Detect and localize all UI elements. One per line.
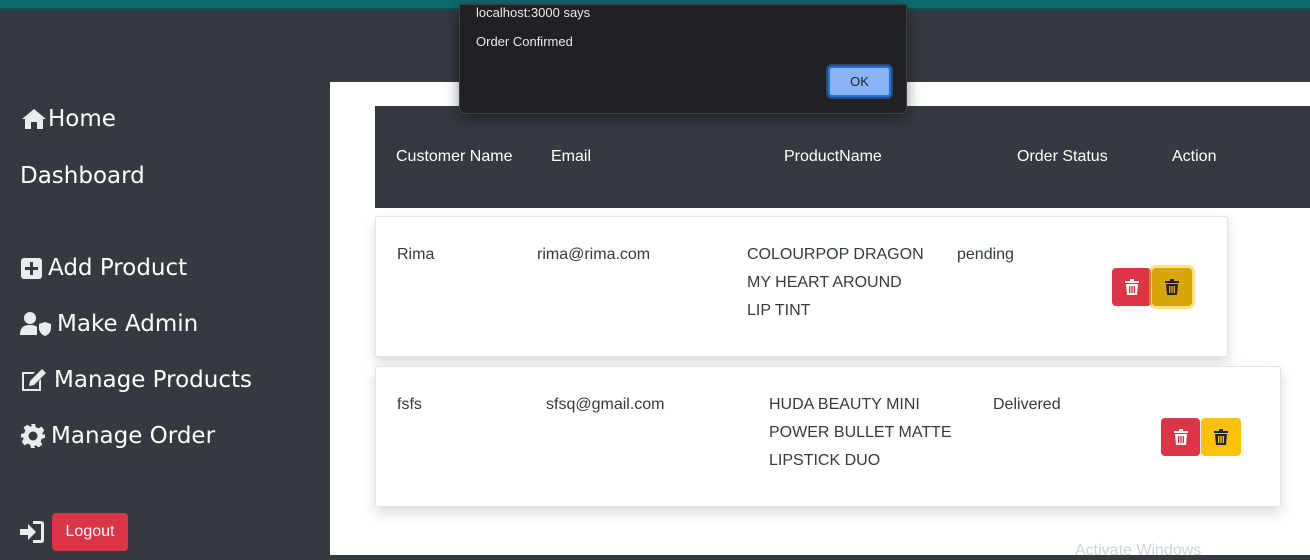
product-name-line: MY HEART AROUND xyxy=(747,274,902,291)
main-panel: Customer Name Email ProductName Order St… xyxy=(330,82,1310,559)
sidebar-item-manage-order[interactable]: Manage Order xyxy=(20,423,215,449)
header-action: Action xyxy=(1172,148,1217,165)
home-icon xyxy=(20,106,48,132)
trash-icon xyxy=(1214,429,1228,445)
sidebar-item-home[interactable]: Home xyxy=(20,106,116,132)
confirm-order-button[interactable] xyxy=(1152,268,1192,306)
sidebar-item-manage-products[interactable]: Manage Products xyxy=(20,367,252,393)
product-name-line: LIPSTICK DUO xyxy=(769,452,881,469)
activate-windows-watermark: Activate Windows xyxy=(1075,542,1202,559)
sidebar-item-make-admin[interactable]: Make Admin xyxy=(20,311,198,337)
dialog-title: localhost:3000 says xyxy=(476,5,591,20)
sidebar-item-label: Make Admin xyxy=(57,311,199,337)
sidebar-item-label: Manage Order xyxy=(51,423,216,449)
customer-email: rima@rima.com xyxy=(537,246,651,263)
sidebar-item-add-product[interactable]: Add Product xyxy=(20,255,187,281)
logout-button[interactable]: Logout xyxy=(52,513,128,551)
customer-name: fsfs xyxy=(397,396,422,413)
sidebar-item-label: Manage Products xyxy=(54,367,252,393)
table-row: fsfs sfsq@gmail.com HUDA BEAUTY MINI POW… xyxy=(375,366,1281,507)
dialog-message: Order Confirmed xyxy=(476,34,573,49)
order-status: Delivered xyxy=(993,396,1061,413)
sign-in-icon xyxy=(20,521,44,543)
alert-dialog: localhost:3000 says Order Confirmed OK xyxy=(459,4,907,114)
confirm-order-button[interactable] xyxy=(1201,418,1241,456)
header-customer-name: Customer Name xyxy=(396,148,513,165)
customer-name: Rima xyxy=(397,246,435,263)
gear-icon xyxy=(20,423,45,449)
plus-square-icon xyxy=(20,255,42,281)
header-email: Email xyxy=(551,148,592,165)
product-name: HUDA BEAUTY MINI POWER BULLET MATTE LIPS… xyxy=(769,391,952,475)
sidebar-item-label: Add Product xyxy=(48,255,188,281)
orders-table-header: Customer Name Email ProductName Order St… xyxy=(375,106,1310,208)
logout-row: Logout xyxy=(20,513,128,551)
app-root: Home Dashboard Add Product Make Admin Ma… xyxy=(0,4,1310,559)
edit-icon xyxy=(20,367,48,393)
table-row: Rima rima@rima.com COLOURPOP DRAGON MY H… xyxy=(375,216,1228,357)
delete-order-button[interactable] xyxy=(1161,418,1200,456)
product-name-line: COLOURPOP DRAGON xyxy=(747,246,924,263)
sidebar-item-label: Dashboard xyxy=(20,163,145,189)
trash-icon xyxy=(1173,429,1188,445)
sidebar: Home Dashboard Add Product Make Admin Ma… xyxy=(0,10,330,555)
trash-icon xyxy=(1124,279,1139,295)
customer-email: sfsq@gmail.com xyxy=(546,396,665,413)
sidebar-item-label: Home xyxy=(48,106,116,132)
header-product-name: ProductName xyxy=(784,148,882,165)
dialog-ok-button[interactable]: OK xyxy=(828,66,891,97)
product-name-line: HUDA BEAUTY MINI xyxy=(769,396,920,413)
header-order-status: Order Status xyxy=(1017,148,1108,165)
order-status: pending xyxy=(957,246,1014,263)
product-name-line: POWER BULLET MATTE xyxy=(769,424,952,441)
product-name: COLOURPOP DRAGON MY HEART AROUND LIP TIN… xyxy=(747,241,924,325)
sidebar-item-dashboard[interactable]: Dashboard xyxy=(20,163,145,189)
product-name-line: LIP TINT xyxy=(747,302,811,319)
user-shield-icon xyxy=(20,311,51,337)
delete-order-button[interactable] xyxy=(1112,268,1151,306)
trash-icon xyxy=(1165,279,1179,295)
